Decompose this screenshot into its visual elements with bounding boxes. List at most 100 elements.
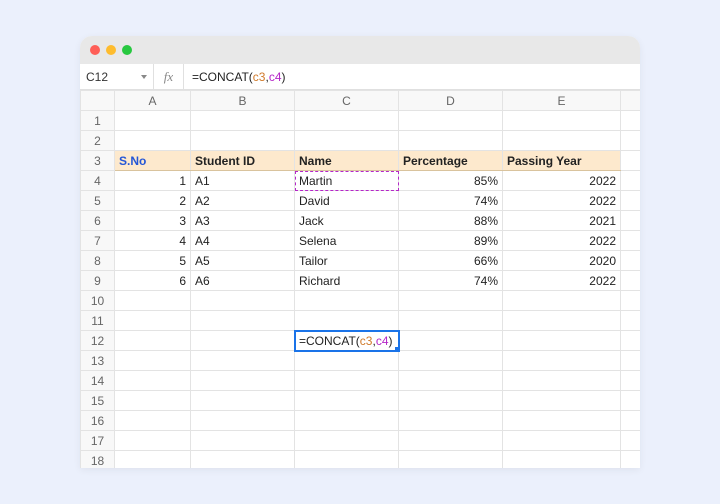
- cell-E9[interactable]: 2022: [503, 271, 621, 291]
- cell-D15[interactable]: [399, 391, 503, 411]
- cell-A14[interactable]: [115, 371, 191, 391]
- cell-A13[interactable]: [115, 351, 191, 371]
- cell-A17[interactable]: [115, 431, 191, 451]
- cell-B10[interactable]: [191, 291, 295, 311]
- cell-C16[interactable]: [295, 411, 399, 431]
- cell-B1[interactable]: [191, 111, 295, 131]
- cell-F6[interactable]: [621, 211, 641, 231]
- row-header-16[interactable]: 16: [81, 411, 115, 431]
- cell-B14[interactable]: [191, 371, 295, 391]
- cell-E16[interactable]: [503, 411, 621, 431]
- cell-A11[interactable]: [115, 311, 191, 331]
- cell-E7[interactable]: 2022: [503, 231, 621, 251]
- cell-C4[interactable]: Martin: [295, 171, 399, 191]
- cell-A9[interactable]: 6: [115, 271, 191, 291]
- cell-D13[interactable]: [399, 351, 503, 371]
- cell-E14[interactable]: [503, 371, 621, 391]
- cell-D8[interactable]: 66%: [399, 251, 503, 271]
- col-header-B[interactable]: B: [191, 91, 295, 111]
- cell-E12[interactable]: [503, 331, 621, 351]
- cell-B12[interactable]: [191, 331, 295, 351]
- cell-D4[interactable]: 85%: [399, 171, 503, 191]
- cell-A3[interactable]: S.No: [115, 151, 191, 171]
- cell-F4[interactable]: [621, 171, 641, 191]
- cell-D10[interactable]: [399, 291, 503, 311]
- cell-E8[interactable]: 2020: [503, 251, 621, 271]
- cell-D3[interactable]: Percentage: [399, 151, 503, 171]
- fx-icon[interactable]: fx: [154, 64, 184, 89]
- cell-F11[interactable]: [621, 311, 641, 331]
- cell-D5[interactable]: 74%: [399, 191, 503, 211]
- row-header-11[interactable]: 11: [81, 311, 115, 331]
- minimize-icon[interactable]: [106, 45, 116, 55]
- row-header-15[interactable]: 15: [81, 391, 115, 411]
- cell-B17[interactable]: [191, 431, 295, 451]
- close-icon[interactable]: [90, 45, 100, 55]
- cell-B6[interactable]: A3: [191, 211, 295, 231]
- row-header-7[interactable]: 7: [81, 231, 115, 251]
- cell-D6[interactable]: 88%: [399, 211, 503, 231]
- cell-F18[interactable]: [621, 451, 641, 469]
- cell-C1[interactable]: [295, 111, 399, 131]
- cell-E17[interactable]: [503, 431, 621, 451]
- cell-C15[interactable]: [295, 391, 399, 411]
- cell-F5[interactable]: [621, 191, 641, 211]
- col-header-C[interactable]: C: [295, 91, 399, 111]
- cell-F8[interactable]: [621, 251, 641, 271]
- cell-D9[interactable]: 74%: [399, 271, 503, 291]
- cell-E4[interactable]: 2022: [503, 171, 621, 191]
- cell-D16[interactable]: [399, 411, 503, 431]
- cell-D7[interactable]: 89%: [399, 231, 503, 251]
- row-header-8[interactable]: 8: [81, 251, 115, 271]
- cell-C18[interactable]: [295, 451, 399, 469]
- cell-C3[interactable]: Name: [295, 151, 399, 171]
- cell-A2[interactable]: [115, 131, 191, 151]
- row-header-2[interactable]: 2: [81, 131, 115, 151]
- cell-B16[interactable]: [191, 411, 295, 431]
- row-header-5[interactable]: 5: [81, 191, 115, 211]
- cell-F17[interactable]: [621, 431, 641, 451]
- row-header-12[interactable]: 12: [81, 331, 115, 351]
- cell-C5[interactable]: David: [295, 191, 399, 211]
- cell-C6[interactable]: Jack: [295, 211, 399, 231]
- cell-E18[interactable]: [503, 451, 621, 469]
- cell-F3[interactable]: [621, 151, 641, 171]
- sheet-table[interactable]: A B C D E 123S.NoStudent IDNamePercentag…: [80, 90, 640, 468]
- cell-C17[interactable]: [295, 431, 399, 451]
- cell-A7[interactable]: 4: [115, 231, 191, 251]
- cell-C10[interactable]: [295, 291, 399, 311]
- cell-B18[interactable]: [191, 451, 295, 469]
- cell-E11[interactable]: [503, 311, 621, 331]
- cell-A12[interactable]: [115, 331, 191, 351]
- cell-E2[interactable]: [503, 131, 621, 151]
- maximize-icon[interactable]: [122, 45, 132, 55]
- cell-A18[interactable]: [115, 451, 191, 469]
- cell-F13[interactable]: [621, 351, 641, 371]
- cell-D17[interactable]: [399, 431, 503, 451]
- cell-C14[interactable]: [295, 371, 399, 391]
- cell-D12[interactable]: [399, 331, 503, 351]
- cell-F15[interactable]: [621, 391, 641, 411]
- cell-D1[interactable]: [399, 111, 503, 131]
- cell-E15[interactable]: [503, 391, 621, 411]
- cell-F10[interactable]: [621, 291, 641, 311]
- row-header-3[interactable]: 3: [81, 151, 115, 171]
- cell-B7[interactable]: A4: [191, 231, 295, 251]
- col-header-A[interactable]: A: [115, 91, 191, 111]
- cell-A5[interactable]: 2: [115, 191, 191, 211]
- cell-F12[interactable]: [621, 331, 641, 351]
- cell-F7[interactable]: [621, 231, 641, 251]
- cell-D14[interactable]: [399, 371, 503, 391]
- cell-B9[interactable]: A6: [191, 271, 295, 291]
- formula-bar[interactable]: =CONCAT(c3,c4): [184, 64, 640, 89]
- cell-B5[interactable]: A2: [191, 191, 295, 211]
- col-header-F[interactable]: [621, 91, 641, 111]
- cell-E5[interactable]: 2022: [503, 191, 621, 211]
- cell-B4[interactable]: A1: [191, 171, 295, 191]
- cell-C13[interactable]: [295, 351, 399, 371]
- cell-F14[interactable]: [621, 371, 641, 391]
- row-header-17[interactable]: 17: [81, 431, 115, 451]
- cell-A10[interactable]: [115, 291, 191, 311]
- row-header-10[interactable]: 10: [81, 291, 115, 311]
- cell-B11[interactable]: [191, 311, 295, 331]
